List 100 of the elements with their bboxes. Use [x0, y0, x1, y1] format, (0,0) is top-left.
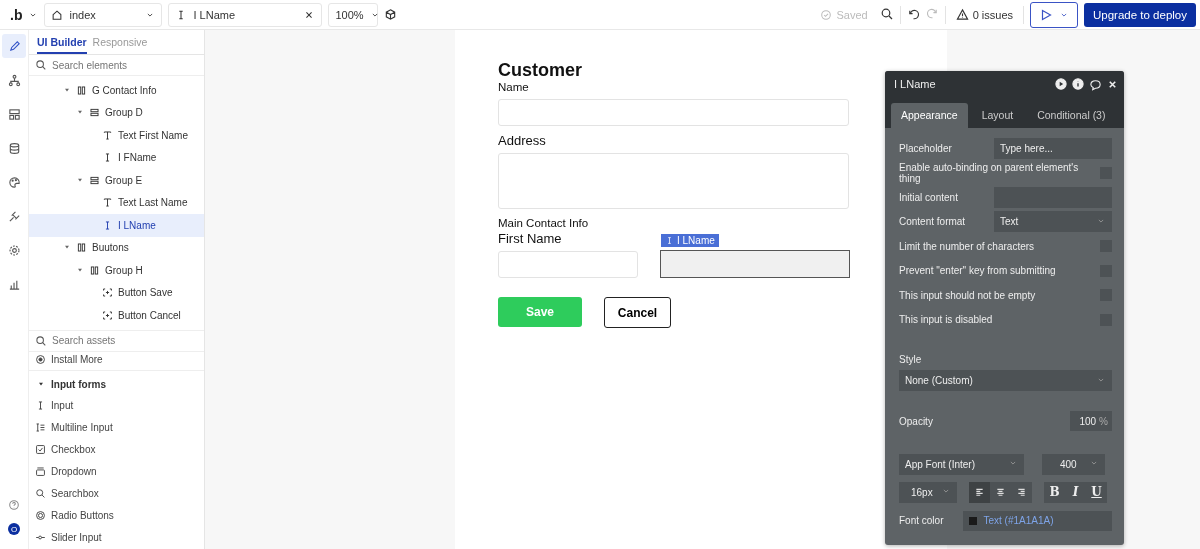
check-circle-icon	[820, 8, 833, 21]
asset-item[interactable]: Checkbox	[29, 438, 204, 461]
play-icon	[1039, 7, 1053, 22]
property-label: Prevent "enter" key from submitting	[899, 265, 1056, 277]
search-icon	[35, 488, 46, 500]
property-label: Content format	[899, 216, 966, 228]
upgrade-button[interactable]: Upgrade to deploy	[1084, 2, 1196, 27]
opacity-field[interactable]: 100 %	[1070, 411, 1112, 432]
property-dropdown[interactable]: Text	[994, 211, 1112, 233]
preview-button[interactable]	[1030, 1, 1078, 28]
panel-tab[interactable]: Layout	[971, 103, 1024, 128]
settings-icon	[7, 243, 21, 257]
expand-toggle-icon[interactable]	[37, 380, 45, 388]
field-label: First Name	[498, 231, 562, 247]
pencil-icon	[7, 39, 21, 53]
columns-icon	[76, 242, 87, 254]
category-label[interactable]: Input forms	[51, 379, 106, 390]
hierarchy-icon	[7, 73, 21, 87]
format-button[interactable]: B	[1044, 485, 1065, 499]
redo-icon	[925, 7, 939, 20]
warning-icon	[955, 8, 969, 21]
field-label: Name	[498, 80, 529, 95]
size-dropdown[interactable]: 16px	[899, 481, 957, 503]
property-label: Limit the number of characters	[899, 240, 1035, 252]
undo-icon	[906, 8, 920, 21]
property-label: Initial content	[899, 191, 958, 203]
format-button[interactable]: I	[1065, 485, 1086, 499]
section-label: Main Contact Info	[498, 216, 589, 231]
align-left-icon	[974, 486, 985, 498]
home-icon	[51, 8, 64, 21]
tree-item[interactable]: Group H	[29, 259, 204, 282]
tree-item[interactable]: Button Save	[29, 281, 204, 304]
align-right-icon	[1016, 486, 1027, 498]
panel-tab[interactable]: Conditional (3)	[1027, 103, 1116, 128]
form-title: Customer	[498, 60, 583, 80]
tree-item[interactable]: Button Cancel	[29, 304, 204, 327]
search-icon	[35, 335, 47, 347]
tree-item[interactable]: Buutons	[29, 236, 204, 259]
property-label: Style	[899, 354, 923, 365]
tree-item[interactable]: Group E	[29, 169, 204, 192]
text-icon	[102, 197, 113, 209]
asset-item[interactable]: Radio Buttons	[29, 504, 204, 527]
element-selector[interactable]: I LName	[168, 2, 323, 27]
asset-item[interactable]: Dropdown	[29, 460, 204, 483]
help-icon	[8, 499, 20, 511]
field-label: Address	[498, 133, 546, 149]
style-dropdown[interactable]: None (Custom)	[899, 370, 1112, 391]
asset-item[interactable]: Multiline Input	[29, 416, 204, 439]
align-center-icon	[995, 486, 1006, 498]
dropdown-icon	[35, 465, 46, 477]
property-field[interactable]: Type here...	[994, 137, 1112, 159]
comment-icon	[1089, 77, 1102, 91]
tree-item[interactable]: I LName	[29, 214, 204, 237]
radio-icon	[35, 510, 46, 522]
rows-icon	[89, 174, 100, 186]
logo[interactable]: .b	[10, 6, 23, 23]
panel-title: I LName	[894, 78, 937, 90]
user-avatar[interactable]: O	[8, 523, 20, 535]
palette-icon	[7, 175, 21, 189]
asset-item[interactable]: Input	[29, 394, 204, 417]
search-field[interactable]: Search assets	[52, 335, 192, 347]
tree-item[interactable]: G Contact Info	[29, 79, 204, 102]
columns-icon	[76, 84, 87, 96]
close-icon	[1107, 78, 1118, 90]
panel-tab[interactable]: Appearance	[891, 103, 968, 128]
info-icon	[1072, 78, 1084, 90]
page-dropdown[interactable]: index	[44, 2, 163, 27]
property-label: Placeholder	[899, 142, 952, 154]
format-button[interactable]: U	[1086, 485, 1107, 499]
tree-item[interactable]: I FName	[29, 146, 204, 169]
cancel-button[interactable]: Cancel	[604, 297, 671, 328]
tree-item[interactable]: Text Last Name	[29, 191, 204, 214]
issues-button[interactable]: 0 issues	[951, 8, 1017, 21]
input-field[interactable]	[498, 251, 638, 278]
property-label: Enable auto-binding on parent element's thing	[899, 161, 1080, 184]
asset-item[interactable]: Searchbox	[29, 482, 204, 505]
property-label: This input is disabled	[899, 314, 993, 326]
zoom-dropdown[interactable]: 100%	[328, 2, 379, 27]
panel-tab[interactable]: UI Builder	[37, 36, 87, 54]
property-label: Font color	[899, 515, 944, 527]
element-tag: I LName	[661, 234, 719, 247]
weight-dropdown[interactable]: 400	[1042, 453, 1105, 475]
cube-icon	[384, 8, 398, 21]
tree-item[interactable]: Group D	[29, 101, 204, 124]
install-more-link[interactable]: Install More	[51, 354, 103, 365]
asset-item[interactable]: Slider Input	[29, 526, 204, 549]
plus-circle-icon	[35, 354, 46, 365]
search-field[interactable]: Search elements	[52, 59, 192, 71]
tree-item[interactable]: Text First Name	[29, 124, 204, 147]
sidebar-tab[interactable]	[2, 34, 26, 58]
search-icon	[35, 59, 47, 71]
align-button[interactable]	[969, 481, 990, 503]
property-label: Opacity	[899, 415, 933, 427]
property-label: This input should not be empty	[899, 289, 1036, 301]
button-frame-icon	[102, 309, 113, 321]
search-icon	[879, 6, 894, 21]
database-icon	[7, 141, 21, 155]
plug-icon	[7, 209, 21, 223]
font-dropdown[interactable]: App Font (Inter)	[899, 453, 1024, 475]
input-field[interactable]	[498, 99, 849, 126]
